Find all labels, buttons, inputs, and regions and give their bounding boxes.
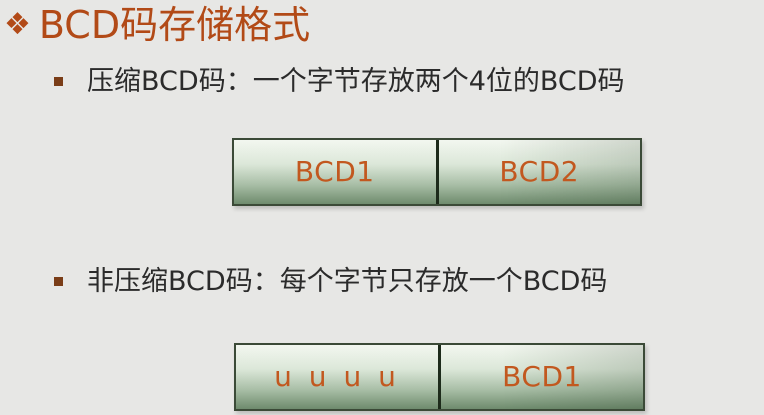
high-nibble-cell: u u u u bbox=[236, 345, 438, 409]
bullet-unpacked-bcd: 非压缩BCD码：每个字节只存放一个BCD码 bbox=[54, 268, 607, 295]
bullet-text: 非压缩BCD码：每个字节只存放一个BCD码 bbox=[87, 266, 608, 297]
bullet-packed-bcd: 压缩BCD码：一个字节存放两个4位的BCD码 bbox=[54, 68, 625, 95]
low-nibble-cell: BCD2 bbox=[438, 140, 640, 204]
low-nibble-cell: BCD1 bbox=[441, 345, 643, 409]
bullet-text: 压缩BCD码：一个字节存放两个4位的BCD码 bbox=[87, 66, 625, 97]
square-bullet-icon bbox=[54, 77, 63, 86]
square-bullet-icon bbox=[54, 277, 63, 286]
diamond-cluster-icon: ❖ bbox=[4, 7, 31, 42]
slide-title: ❖ BCD码存储格式 bbox=[4, 0, 310, 50]
slide-title-text: BCD码存储格式 bbox=[38, 3, 311, 47]
high-nibble-cell: BCD1 bbox=[234, 140, 436, 204]
packed-bcd-byte-diagram: BCD1 BCD2 bbox=[232, 138, 642, 206]
unpacked-bcd-byte-diagram: u u u u BCD1 bbox=[234, 343, 645, 411]
